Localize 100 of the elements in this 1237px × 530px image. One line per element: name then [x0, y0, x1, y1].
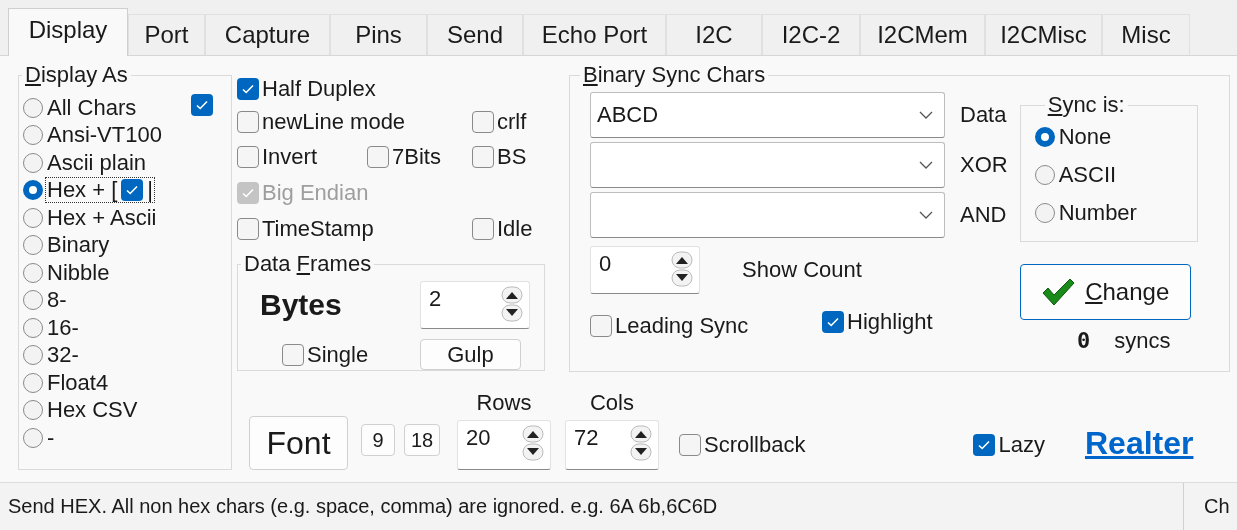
checkbox-label: BS [497, 146, 527, 168]
checkbox[interactable] [472, 218, 494, 240]
radio-button[interactable] [23, 235, 43, 256]
spin-button[interactable] [630, 425, 652, 461]
show-count-field[interactable]: 0 [590, 246, 700, 294]
radio-button[interactable] [1034, 165, 1055, 185]
spin-field[interactable]: 72 [565, 420, 659, 470]
checkbox-label: crlf [497, 110, 527, 133]
radio-button[interactable] [23, 427, 43, 448]
spin-label: Cols [590, 392, 634, 414]
count-field[interactable]: 2 [420, 281, 530, 329]
radio-button[interactable] [23, 97, 43, 118]
status-message: Send HEX. All non hex chars (e.g. space, comma) are ignored. e.g. 6A 6b,6C6D [7, 495, 719, 518]
sync-char-combo[interactable] [590, 192, 945, 238]
tab[interactable]: Pins [330, 14, 427, 55]
check-icon [977, 438, 992, 452]
tab[interactable]: I2C-2 [762, 14, 860, 55]
chevron-down-icon [918, 110, 934, 120]
checkbox[interactable] [679, 434, 701, 456]
radio-button[interactable] [23, 262, 43, 283]
size-button[interactable]: 9 [361, 424, 395, 456]
checkbox[interactable] [237, 78, 259, 100]
radio-button[interactable] [23, 372, 43, 393]
tab[interactable]: Display [8, 8, 128, 56]
checkbox[interactable] [367, 146, 389, 168]
sync-char-combo[interactable]: ABCD [590, 92, 945, 138]
radio-button[interactable] [1034, 127, 1055, 147]
checkbox[interactable] [973, 434, 996, 456]
radio-label: None [1058, 126, 1112, 148]
realterm-link[interactable]: Realter [1084, 425, 1194, 462]
checkbox[interactable] [237, 110, 259, 133]
radio-label: | [147, 179, 154, 202]
checkbox-label: TimeStamp [262, 218, 374, 240]
checkbox[interactable] [121, 179, 144, 202]
radio-button[interactable] [23, 180, 43, 201]
radio-button[interactable] [1034, 203, 1055, 223]
radio-button[interactable] [23, 345, 43, 366]
change-button[interactable]: Change [1019, 264, 1191, 320]
spin-field[interactable]: 20 [457, 420, 551, 470]
radio-label: Hex CSV [47, 399, 138, 422]
radio-button[interactable] [23, 317, 43, 338]
checkbox-label: Scrollback [704, 434, 806, 456]
checkbox-label: Invert [262, 146, 318, 168]
spin-button[interactable] [671, 251, 693, 287]
checkbox[interactable] [237, 218, 259, 240]
radio-label: All Chars [47, 96, 137, 119]
tab[interactable]: Send [427, 14, 523, 55]
radio-label: 16- [47, 316, 79, 339]
tab[interactable]: I2CMisc [985, 14, 1102, 55]
tab[interactable]: Misc [1102, 14, 1190, 55]
checkbox[interactable] [590, 315, 612, 337]
radio-button[interactable] [23, 290, 43, 311]
checkbox[interactable] [282, 343, 304, 366]
check-icon [241, 186, 255, 200]
radio-label: Ascii plain [47, 151, 147, 174]
group-title: Sync is: [1046, 92, 1126, 118]
checkbox[interactable] [472, 146, 494, 168]
tab[interactable]: Echo Port [523, 14, 666, 55]
checkbox-label: Idle [497, 218, 533, 240]
radio-label: Float4 [47, 371, 109, 394]
spin-button[interactable] [501, 286, 523, 322]
radio-label: 32- [47, 344, 79, 367]
tab[interactable]: Capture [205, 14, 330, 55]
radio-label: Hex + [ [47, 179, 118, 202]
checkbox[interactable] [472, 110, 494, 133]
radio-button[interactable] [23, 152, 43, 173]
syncs-label: syncs [1114, 330, 1171, 352]
sync-char-combo[interactable] [590, 142, 945, 188]
gulp-button[interactable]: Gulp [420, 339, 521, 370]
group-title: Data Frames [243, 251, 373, 277]
radio-label: Binary [47, 234, 110, 257]
show-count-label: Show Count [742, 259, 862, 281]
checkbox-label: 7Bits [392, 146, 441, 168]
checkbox[interactable] [822, 311, 844, 333]
font-button[interactable]: Font [249, 416, 348, 470]
radio-button[interactable] [23, 207, 43, 228]
checkbox-label: Leading Sync [615, 315, 749, 337]
tab[interactable]: Port [128, 14, 205, 55]
combo-label: AND [960, 204, 1007, 226]
radio-label: Number [1058, 202, 1137, 224]
radio-label: - [47, 426, 55, 449]
tab[interactable]: I2C [666, 14, 762, 55]
checkbox-label: Big Endian [262, 182, 369, 204]
tab[interactable]: I2CMem [860, 14, 985, 55]
combo-label: Data [960, 104, 1007, 126]
checkbox[interactable] [191, 94, 213, 116]
size-button[interactable]: 18 [404, 424, 440, 456]
radio-label: Ansi-VT100 [47, 124, 162, 147]
combo-label: XOR [960, 154, 1008, 176]
checkbox-label: Lazy [998, 434, 1045, 456]
check-icon [826, 315, 840, 329]
checkbox[interactable] [237, 146, 259, 168]
radio-button[interactable] [23, 400, 43, 421]
radio-label: ASCII [1058, 164, 1117, 186]
status-panel: Ch [1183, 483, 1237, 530]
spin-button[interactable] [522, 425, 544, 461]
radio-button[interactable] [23, 125, 43, 146]
checkbox-label: Half Duplex [262, 78, 376, 100]
sync-count: 0 [1076, 330, 1091, 352]
bytes-label: Bytes [260, 288, 343, 322]
